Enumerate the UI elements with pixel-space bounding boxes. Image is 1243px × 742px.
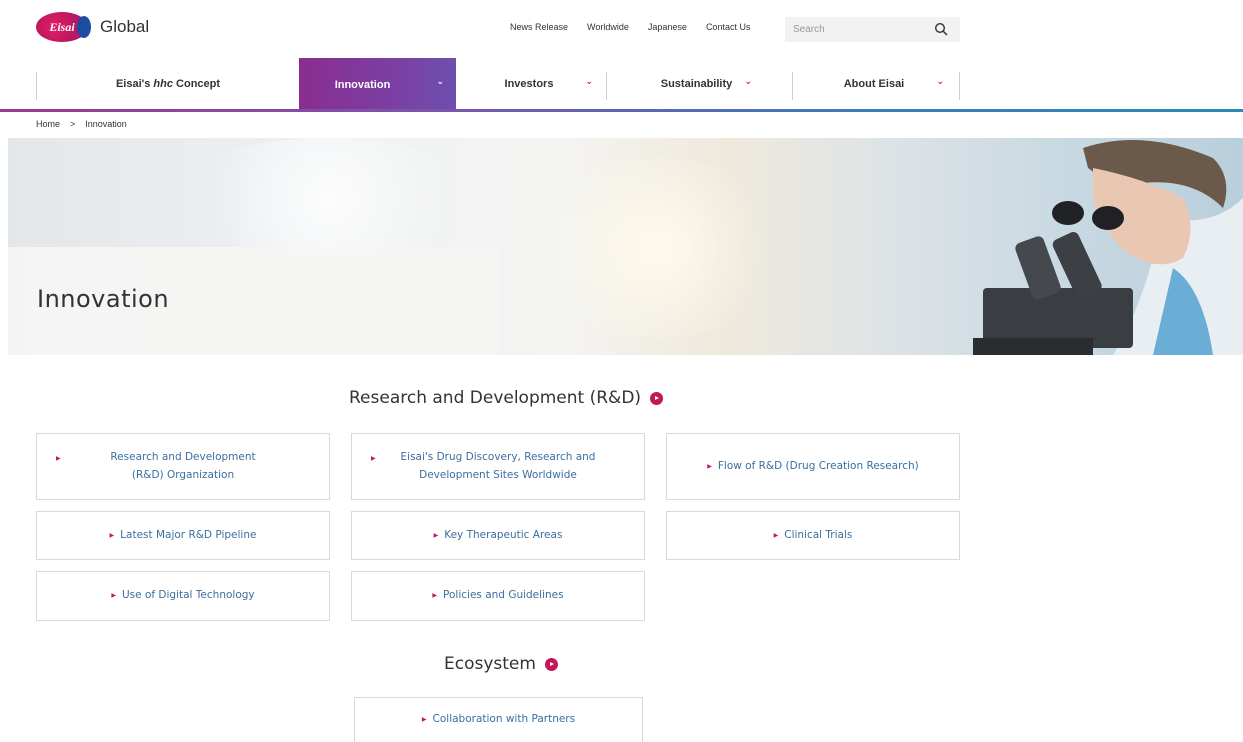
triangle-right-icon: ▶ <box>433 531 439 539</box>
nav-hhc-concept[interactable]: Eisai's hhc Concept <box>37 58 299 109</box>
breadcrumb: Home > Innovation <box>36 119 127 129</box>
nav-label: Innovation <box>334 79 391 91</box>
chevron-down-icon: ⌄ <box>936 76 944 86</box>
breadcrumb-home[interactable]: Home <box>36 119 60 129</box>
ecosystem-section-title[interactable]: Ecosystem <box>444 654 558 674</box>
triangle-right-icon: ▶ <box>371 455 376 462</box>
site-name: Global <box>100 17 150 36</box>
global-nav: Eisai's hhc Concept Innovation ⌄ Investo… <box>0 58 1243 112</box>
nav-innovation[interactable]: Innovation ⌄ <box>299 58 456 112</box>
nav-investors[interactable]: Investors ⌄ <box>456 58 606 109</box>
triangle-right-icon: ▶ <box>773 531 779 539</box>
nav-label: About Eisai <box>843 77 905 90</box>
card-label: Clinical Trials <box>784 528 853 541</box>
card-label: Use of Digital Technology <box>122 589 255 602</box>
triangle-right-icon: ▶ <box>56 455 61 462</box>
card-label: Key Therapeutic Areas <box>444 528 563 541</box>
play-circle-icon <box>544 657 558 671</box>
nav-gradient-line <box>0 109 1243 112</box>
breadcrumb-separator: > <box>70 119 76 129</box>
page-title: Innovation <box>37 285 170 313</box>
chevron-down-icon: ⌄ <box>436 76 444 86</box>
card-label: Eisai's Drug Discovery, Research and Dev… <box>400 451 596 481</box>
card-drug-discovery-sites[interactable]: ▶ Eisai's Drug Discovery, Research and D… <box>351 433 645 500</box>
nav-divider <box>959 72 960 100</box>
card-rd-organization[interactable]: ▶ Research and Development (R&D) Organiz… <box>36 433 330 500</box>
card-therapeutic-areas[interactable]: ▶ Key Therapeutic Areas <box>351 511 645 560</box>
section-title-text: Ecosystem <box>444 654 536 674</box>
nav-label-hhc: hhc <box>153 77 173 90</box>
nav-label-suffix: Concept <box>172 77 221 90</box>
breadcrumb-current: Innovation <box>85 119 127 129</box>
eisai-logo[interactable]: Eisai Global <box>36 12 149 42</box>
card-label: Flow of R&D (Drug Creation Research) <box>717 459 919 472</box>
card-policies-guidelines[interactable]: ▶ Policies and Guidelines <box>351 571 645 621</box>
nav-about-eisai[interactable]: About Eisai ⌄ <box>793 58 959 109</box>
card-digital-technology[interactable]: ▶ Use of Digital Technology <box>36 571 330 621</box>
card-clinical-trials[interactable]: ▶ Clinical Trials <box>666 511 960 560</box>
search-input[interactable] <box>785 24 925 35</box>
nav-label: Investors <box>504 77 554 90</box>
nav-label-prefix: Eisai's <box>115 77 154 90</box>
nav-sustainability[interactable]: Sustainability ⌄ <box>607 58 792 109</box>
play-circle-icon <box>650 391 664 405</box>
japanese-link[interactable]: Japanese <box>648 22 687 32</box>
hero-light <box>168 138 488 258</box>
triangle-right-icon: ▶ <box>432 592 438 600</box>
card-rd-pipeline[interactable]: ▶ Latest Major R&D Pipeline <box>36 511 330 560</box>
rd-section-title[interactable]: Research and Development (R&D) <box>349 388 664 408</box>
card-label: Latest Major R&D Pipeline <box>120 528 257 541</box>
news-release-link[interactable]: News Release <box>510 22 568 32</box>
card-flow-of-rd[interactable]: ▶ Flow of R&D (Drug Creation Research) <box>666 433 960 500</box>
chevron-down-icon: ⌄ <box>744 76 752 86</box>
logo-text: Eisai <box>49 19 75 34</box>
card-label: Policies and Guidelines <box>443 589 564 602</box>
triangle-right-icon: ▶ <box>109 531 115 539</box>
search-icon[interactable] <box>934 22 948 36</box>
card-collaboration-partners[interactable]: ▶ Collaboration with Partners <box>354 697 643 742</box>
triangle-right-icon: ▶ <box>111 592 116 600</box>
card-label: Research and Development (R&D) Organizat… <box>110 451 256 481</box>
nav-label: Sustainability <box>660 77 733 90</box>
chevron-down-icon: ⌄ <box>585 76 593 86</box>
search-box <box>785 17 960 42</box>
site-header: Eisai Global News Release Worldwide Japa… <box>0 0 1243 58</box>
eisai-logo-mark: Eisai <box>36 12 91 42</box>
card-label: Collaboration with Partners <box>432 713 576 726</box>
worldwide-link[interactable]: Worldwide <box>587 22 629 32</box>
section-title-text: Research and Development (R&D) <box>349 388 642 408</box>
hero-title-box: Innovation <box>8 247 498 355</box>
scientist-microscope-image <box>973 140 1243 355</box>
hero-banner: Innovation <box>8 138 1243 355</box>
contact-us-link[interactable]: Contact Us <box>706 22 751 32</box>
utility-links: News Release Worldwide Japanese Contact … <box>510 22 750 32</box>
triangle-right-icon: ▶ <box>421 716 427 724</box>
hero-light <box>528 158 788 338</box>
triangle-right-icon: ▶ <box>707 462 712 470</box>
